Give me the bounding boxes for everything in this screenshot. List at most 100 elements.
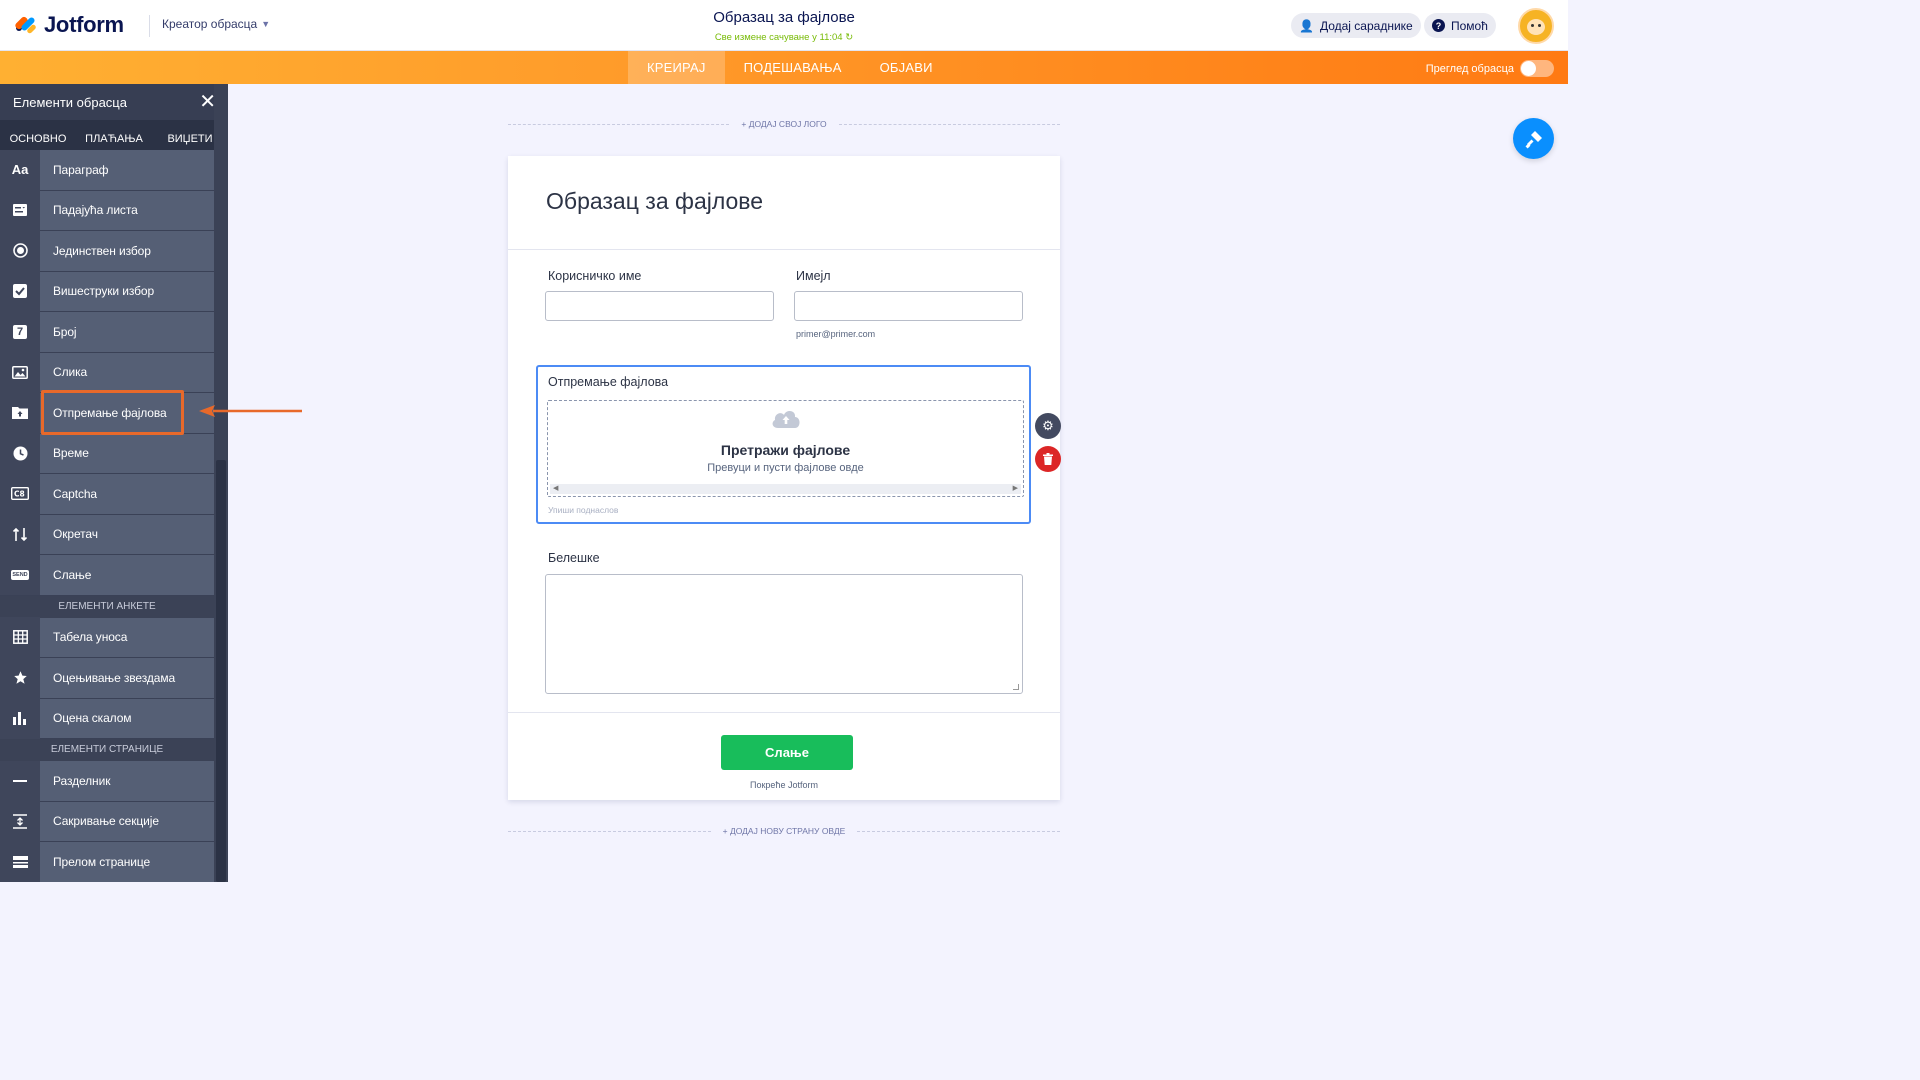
element-label: Број — [53, 324, 77, 339]
username-input[interactable] — [545, 291, 774, 321]
element-paragraph[interactable]: Aa Параграф — [0, 149, 214, 191]
element-label: Сакривање секције — [53, 814, 159, 829]
nav-tabs: КРЕИРАЈ ПОДЕШАВАЊА ОБЈАВИ — [628, 51, 952, 84]
help-icon: ? — [1432, 19, 1445, 32]
send-icon-glyph: SEND — [11, 569, 29, 580]
dashed-line — [508, 123, 730, 125]
file-upload-highlight — [41, 390, 184, 435]
submit-button[interactable]: Слање — [721, 735, 853, 770]
preview-form-label: Преглед обрасца — [1425, 62, 1514, 75]
avatar[interactable] — [1518, 8, 1554, 44]
scroll-left-icon[interactable]: ◀ — [553, 484, 558, 494]
field-settings-button[interactable]: ⚙ — [1035, 413, 1061, 439]
file-drop-zone[interactable]: Претражи фајлове Превуци и пусти фајлове… — [547, 400, 1024, 497]
divider-icon — [0, 760, 40, 801]
number-icon: 7 — [0, 311, 40, 352]
preview-form: Преглед обрасца — [1426, 60, 1554, 77]
element-dropdown[interactable]: Падајућа листа — [0, 190, 214, 231]
tab-publish[interactable]: ОБЈАВИ — [861, 51, 952, 84]
bar-chart-icon — [0, 698, 40, 739]
clock-icon — [0, 433, 40, 474]
element-label: Јединствен избор — [53, 243, 151, 258]
element-label: Вишеструки избор — [53, 284, 155, 299]
upload-sublabel-input[interactable]: Упиши поднаслов — [548, 505, 618, 515]
save-status-text: Све измене сачуване у 11:04 — [714, 32, 843, 43]
email-sublabel: primer@primer.com — [796, 329, 876, 339]
element-captcha[interactable]: C8 Captcha — [0, 473, 214, 515]
upload-label: Отпремање фајлова — [548, 375, 669, 389]
submit-separator — [508, 712, 1060, 713]
captcha-icon: C8 — [0, 473, 40, 514]
element-label: Табела уноса — [53, 630, 128, 645]
file-upload-field[interactable]: Отпремање фајлова Претражи фајлове Преву… — [536, 365, 1031, 524]
dashed-line — [508, 830, 711, 832]
top-header: Jotform Креатор обрасца ▼ Образац за фај… — [0, 0, 1568, 51]
table-icon — [0, 617, 40, 658]
email-label: Имејл — [796, 269, 831, 283]
add-collaborators-button[interactable]: 👤 Додај сараднике — [1291, 13, 1421, 38]
add-logo-link[interactable]: + ДОДАЈ СВОЈ ЛОГО — [729, 119, 838, 129]
add-page-link[interactable]: + ДОДАЈ НОВУ СТРАНУ ОВДЕ — [711, 826, 858, 836]
number-icon-glyph: 7 — [13, 324, 27, 339]
element-page-break[interactable]: Прелом странице — [0, 841, 214, 882]
arrow-annotation — [199, 405, 302, 417]
element-time[interactable]: Време — [0, 433, 214, 474]
checkbox-icon — [0, 271, 40, 312]
element-label: Слање — [53, 567, 92, 582]
drop-zone-scrollbar[interactable]: ◀ ▶ — [550, 484, 1021, 494]
user-icon: 👤 — [1299, 18, 1314, 33]
form-card: Образац за фајлове Корисничко име Имејл … — [508, 156, 1061, 800]
element-number[interactable]: 7 Број — [0, 311, 214, 353]
section-page-elements: ЕЛЕМЕНТИ СТРАНИЦЕ — [0, 739, 214, 761]
spinner-icon — [0, 514, 40, 555]
elements-list: Aa Параграф Падајућа листа Јединствен из… — [0, 149, 214, 882]
tab-build[interactable]: КРЕИРАЈ — [628, 51, 725, 84]
form-heading[interactable]: Образац за фајлове — [546, 188, 763, 215]
element-spinner[interactable]: Окретач — [0, 514, 214, 555]
paint-roller-icon — [1525, 130, 1542, 148]
dashed-line — [857, 830, 1060, 832]
powered-by[interactable]: Покреће Jotform — [508, 780, 1060, 790]
resize-handle[interactable] — [1013, 684, 1019, 690]
heading-separator — [508, 249, 1060, 250]
browse-files-text: Претражи фајлове — [720, 442, 851, 458]
scroll-right-icon[interactable]: ▶ — [1013, 484, 1018, 494]
help-button[interactable]: ? Помоћ — [1424, 13, 1496, 38]
panel-scrollbar-thumb[interactable] — [216, 460, 226, 882]
form-designer-button[interactable] — [1513, 118, 1554, 159]
element-divider[interactable]: Разделник — [0, 760, 214, 802]
element-input-table[interactable]: Табела уноса — [0, 617, 214, 658]
preview-form-toggle[interactable] — [1520, 60, 1554, 77]
element-scale-rating[interactable]: Оцена скалом — [0, 698, 214, 739]
star-icon — [0, 657, 40, 698]
email-input[interactable] — [794, 291, 1023, 321]
avatar-face — [1527, 19, 1545, 35]
element-label: Captcha — [53, 486, 97, 501]
element-label: Падајућа листа — [53, 203, 138, 218]
dropdown-icon — [0, 190, 40, 231]
avatar-eye — [1531, 24, 1534, 27]
svg-text:C8: C8 — [14, 490, 25, 499]
element-multiple-choice[interactable]: Вишеструки избор — [0, 271, 214, 312]
element-label: Прелом странице — [53, 854, 151, 869]
panel-title: Елементи обрасца — [13, 94, 127, 110]
page-break-icon — [0, 841, 40, 882]
element-label: Окретач — [53, 527, 98, 542]
field-delete-button[interactable] — [1035, 446, 1061, 472]
tab-settings[interactable]: ПОДЕШАВАЊА — [725, 51, 861, 84]
gear-icon: ⚙ — [1042, 418, 1054, 433]
notes-textarea[interactable] — [545, 574, 1023, 694]
element-label: Разделник — [53, 773, 111, 788]
form-elements-panel: Елементи обрасца ✕ ОСНОВНО ПЛАЋАЊА ВИЏЕТ… — [0, 84, 228, 882]
element-collapse-section[interactable]: Сакривање секције — [0, 801, 214, 842]
panel-scrollbar[interactable] — [214, 84, 228, 882]
element-label: Оцењивање звездама — [53, 670, 176, 685]
avatar-eye — [1538, 24, 1541, 27]
username-label: Корисничко име — [548, 269, 642, 283]
element-single-choice[interactable]: Јединствен избор — [0, 230, 214, 272]
element-star-rating[interactable]: Оцењивање звездама — [0, 657, 214, 699]
add-collaborators-label: Додај сараднике — [1319, 18, 1413, 33]
element-label: Оцена скалом — [53, 711, 132, 726]
element-image[interactable]: Слика — [0, 352, 214, 393]
element-submit[interactable]: SEND Слање — [0, 554, 214, 596]
